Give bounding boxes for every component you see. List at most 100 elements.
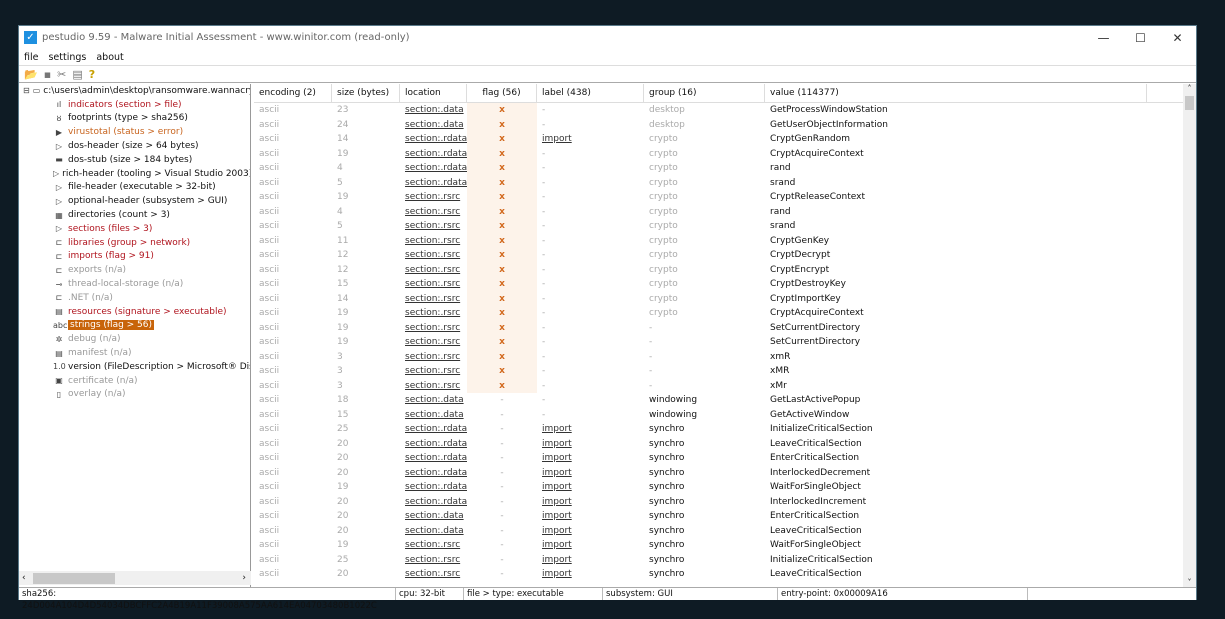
cell-location[interactable]: section:.rsrc xyxy=(400,538,467,553)
table-row[interactable]: ascii 4 section:.rdata x - crypto rand xyxy=(254,161,1184,176)
cell-location[interactable]: section:.rsrc xyxy=(400,567,467,582)
table-row[interactable]: ascii 18 section:.data - - windowing GetLastAc… xyxy=(254,393,1184,408)
cell-label[interactable]: import xyxy=(537,567,644,582)
cell-location[interactable]: section:.rdata xyxy=(400,437,467,452)
cell-location[interactable]: section:.rsrc xyxy=(400,364,467,379)
table-row[interactable]: ascii 19 section:.rsrc - import synchro WaitFo… xyxy=(254,538,1184,553)
tree-item[interactable]: ▬ dos-stub (size > 184 bytes) xyxy=(19,153,250,167)
table-row[interactable]: ascii 15 section:.rsrc x - crypto CryptDestroy… xyxy=(254,277,1184,292)
table-row[interactable]: ascii 25 section:.rsrc - import synchro Initia… xyxy=(254,553,1184,568)
col-location[interactable]: location xyxy=(400,84,467,103)
cell-location[interactable]: section:.rsrc xyxy=(400,190,467,205)
tree-item[interactable]: ▷ file-header (executable > 32-bit) xyxy=(19,181,250,195)
cell-label[interactable]: import xyxy=(537,437,644,452)
table-row[interactable]: ascii 24 section:.data x - desktop GetUserObje… xyxy=(254,117,1184,133)
tree-item[interactable]: ▦ directories (count > 3) xyxy=(19,208,250,222)
table-row[interactable]: ascii 20 section:.rdata - import synchro Enter… xyxy=(254,451,1184,466)
menu-file[interactable]: file xyxy=(24,52,38,63)
tree-item[interactable]: ⊏ imports (flag > 91) xyxy=(19,250,250,264)
tree-item[interactable]: ▶ virustotal (status > error) xyxy=(19,125,250,139)
cell-location[interactable]: section:.data xyxy=(400,509,467,524)
tree-item[interactable]: ▯ overlay (n/a) xyxy=(19,388,250,402)
tree-item[interactable]: ⊏ libraries (group > network) xyxy=(19,236,250,250)
cell-location[interactable]: section:.rdata xyxy=(400,495,467,510)
scroll-thumb[interactable] xyxy=(33,572,115,584)
cell-location[interactable]: section:.rdata xyxy=(400,161,467,176)
tree-item[interactable]: ⊏ .NET (n/a) xyxy=(19,291,250,305)
table-row[interactable]: ascii 19 section:.rdata - import synchro WaitF… xyxy=(254,480,1184,495)
table-row[interactable]: ascii 20 section:.rdata - import synchro Leave… xyxy=(254,437,1184,452)
scroll-right-icon[interactable]: › xyxy=(242,573,246,583)
cell-location[interactable]: section:.rsrc xyxy=(400,205,467,220)
cell-label[interactable]: import xyxy=(537,132,644,147)
tree-horizontal-scrollbar[interactable]: ‹ › xyxy=(19,571,251,585)
collapse-icon[interactable]: ⊟ xyxy=(23,86,30,95)
table-row[interactable]: ascii 20 section:.data - import synchro LeaveC… xyxy=(254,524,1184,539)
table-row[interactable]: ascii 3 section:.rsrc x - - xMr xyxy=(254,378,1184,394)
tree-item[interactable]: ▷ optional-header (subsystem > GUI) xyxy=(19,194,250,208)
table-row[interactable]: ascii 19 section:.rsrc x - - SetCurrentDirecto… xyxy=(254,335,1184,350)
cut-icon[interactable]: ✂ xyxy=(57,68,66,81)
cell-label[interactable]: import xyxy=(537,480,644,495)
open-folder-icon[interactable]: 📂 xyxy=(24,68,38,81)
table-vertical-scrollbar[interactable]: ˄ ˅ xyxy=(1183,84,1196,587)
cell-location[interactable]: section:.rdata xyxy=(400,480,467,495)
cell-location[interactable]: section:.rsrc xyxy=(400,219,467,234)
tree-item[interactable]: ⊏ exports (n/a) xyxy=(19,263,250,277)
cell-location[interactable]: section:.data xyxy=(400,524,467,539)
tree-item[interactable]: ▣ certificate (n/a) xyxy=(19,374,250,388)
cell-location[interactable]: section:.rdata xyxy=(400,451,467,466)
table-row[interactable]: ascii 15 section:.data - - windowing GetActive… xyxy=(254,408,1184,423)
tree-item[interactable]: ȣ footprints (type > sha256) xyxy=(19,112,250,126)
tree-item[interactable]: abc strings (flag > 56) xyxy=(19,319,250,333)
cell-label[interactable]: import xyxy=(537,466,644,481)
table-row[interactable]: ascii 3 section:.rsrc x - - xMR xyxy=(254,364,1184,379)
col-label[interactable]: label (438) xyxy=(537,84,644,103)
tree-item[interactable]: ▷ dos-header (size > 64 bytes) xyxy=(19,139,250,153)
menu-about[interactable]: about xyxy=(96,52,123,63)
close-button[interactable]: ✕ xyxy=(1159,31,1196,45)
table-row[interactable]: ascii 23 section:.data x - desktop GetProcessW… xyxy=(254,103,1184,118)
cell-label[interactable]: import xyxy=(537,422,644,437)
col-value[interactable]: value (114377) xyxy=(765,84,1147,103)
menu-settings[interactable]: settings xyxy=(48,52,86,63)
table-row[interactable]: ascii 19 section:.rdata x - crypto CryptAcquir… xyxy=(254,146,1184,161)
cell-location[interactable]: section:.rdata xyxy=(400,422,467,437)
cell-location[interactable]: section:.rsrc xyxy=(400,350,467,365)
table-row[interactable]: ascii 14 section:.rdata x import crypto CryptG… xyxy=(254,132,1184,147)
clipboard-icon[interactable]: ▤ xyxy=(72,68,82,81)
table-row[interactable]: ascii 19 section:.rsrc x - crypto CryptRelease… xyxy=(254,190,1184,205)
cell-location[interactable]: section:.rsrc xyxy=(400,553,467,568)
cell-label[interactable]: import xyxy=(537,553,644,568)
maximize-button[interactable]: ☐ xyxy=(1122,31,1159,45)
scroll-up-icon[interactable]: ˄ xyxy=(1183,84,1196,93)
cell-location[interactable]: section:.data xyxy=(400,103,467,118)
help-icon[interactable]: ? xyxy=(89,68,95,81)
table-row[interactable]: ascii 20 section:.rdata - import synchro Inter… xyxy=(254,466,1184,481)
tree-item[interactable]: ▤ resources (signature > executable) xyxy=(19,305,250,319)
cell-location[interactable]: section:.rsrc xyxy=(400,335,467,350)
scroll-down-icon[interactable]: ˅ xyxy=(1183,578,1196,587)
table-row[interactable]: ascii 4 section:.rsrc x - crypto rand xyxy=(254,204,1184,220)
tree-item[interactable]: ▤ manifest (n/a) xyxy=(19,346,250,360)
cell-location[interactable]: section:.rdata xyxy=(400,132,467,147)
cell-location[interactable]: section:.data xyxy=(400,118,467,133)
cell-location[interactable]: section:.rsrc xyxy=(400,277,467,292)
cell-location[interactable]: section:.rsrc xyxy=(400,234,467,249)
table-row[interactable]: ascii 20 section:.rdata - import synchro Inter… xyxy=(254,495,1184,510)
tree-item[interactable]: ⊸ thread-local-storage (n/a) xyxy=(19,277,250,291)
tree-item[interactable]: ▷ sections (files > 3) xyxy=(19,222,250,236)
cell-label[interactable]: import xyxy=(537,538,644,553)
scroll-thumb[interactable] xyxy=(1185,96,1194,110)
table-row[interactable]: ascii 3 section:.rsrc x - - xmR xyxy=(254,349,1184,365)
cell-location[interactable]: section:.rsrc xyxy=(400,306,467,321)
table-row[interactable]: ascii 5 section:.rsrc x - crypto srand xyxy=(254,219,1184,234)
col-encoding[interactable]: encoding (2) xyxy=(254,84,332,103)
tree-item[interactable]: 1.0 version (FileDescription > Microsoft®… xyxy=(19,360,250,374)
tree-item[interactable]: ▷ rich-header (tooling > Visual Studio 20… xyxy=(19,167,250,181)
table-row[interactable]: ascii 19 section:.rsrc x - - SetCurrentDirecto… xyxy=(254,320,1184,335)
table-row[interactable]: ascii 12 section:.rsrc x - crypto CryptEncrypt xyxy=(254,262,1184,277)
scroll-left-icon[interactable]: ‹ xyxy=(22,573,26,583)
cell-location[interactable]: section:.rsrc xyxy=(400,379,467,394)
table-row[interactable]: ascii 12 section:.rsrc x - crypto CryptDecrypt xyxy=(254,248,1184,263)
